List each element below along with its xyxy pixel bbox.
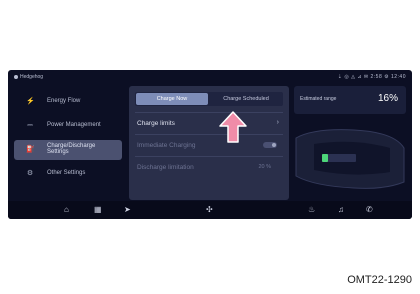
row-label: Charge limits: [137, 120, 175, 127]
climate-icon[interactable]: ✣: [206, 205, 213, 214]
settings-panel: Charge Now Charge Scheduled Charge limit…: [129, 86, 289, 200]
profile-name: Hedgehog: [20, 74, 44, 80]
navigation-icon[interactable]: ➤: [124, 205, 131, 214]
bottom-bar: ⌂ ▦ ➤ ✣ ♨ ♫ ✆: [8, 201, 412, 219]
row-label: Immediate Charging: [137, 142, 196, 149]
figure-code: OMT22-1290: [347, 274, 412, 286]
chevron-right-icon: ›: [276, 119, 279, 126]
immediate-charging-row[interactable]: Immediate Charging: [135, 134, 283, 155]
power-management-icon: ⎓: [27, 122, 33, 129]
tab-charge-now[interactable]: Charge Now: [136, 93, 208, 105]
other-settings-icon: ⚙: [26, 170, 34, 177]
charge-limits-row[interactable]: Charge limits ›: [135, 112, 283, 133]
home-icon[interactable]: ⌂: [64, 205, 69, 214]
sidebar-item-energy-flow[interactable]: ⚡ Energy Flow: [14, 92, 122, 112]
sidebar-item-other-settings[interactable]: ⚙ Other Settings: [14, 164, 122, 184]
phone-icon[interactable]: ✆: [366, 205, 373, 214]
sidebar-item-power-management[interactable]: ⎓ Power Management: [14, 116, 122, 136]
status-left: Hedgehog: [14, 74, 43, 80]
battery-percent: 16%: [377, 93, 398, 104]
immediate-charging-toggle[interactable]: [263, 142, 277, 148]
infotainment-screen: Hedgehog ⇣ ◎ ◬ ⊿ ✉ 2:58 ⚙ 12:40 ⚡ Energy…: [8, 70, 412, 219]
range-card: Estimated range 16%: [294, 86, 406, 114]
apps-icon[interactable]: ▦: [94, 205, 102, 214]
sidebar: ⚡ Energy Flow ⎓ Power Management ⛽ Charg…: [8, 86, 123, 199]
charge-flow-icon: ⚡: [26, 98, 35, 105]
tab-charge-scheduled[interactable]: Charge Scheduled: [210, 93, 282, 105]
row-value: 20 %: [258, 164, 271, 170]
sidebar-item-label: Energy Flow: [47, 98, 81, 104]
battery-level-fill: [322, 154, 328, 162]
car-illustration: [295, 129, 405, 189]
seat-heat-icon[interactable]: ♨: [308, 205, 315, 214]
discharge-limitation-row[interactable]: Discharge limitation 20 %: [135, 156, 283, 177]
range-label: Estimated range: [300, 96, 337, 102]
sidebar-item-label: Power Management: [47, 122, 101, 128]
sidebar-item-label: Other Settings: [47, 170, 86, 176]
sidebar-item-charge-settings[interactable]: ⛽ Charge/Discharge Settings: [14, 140, 122, 160]
row-label: Discharge limitation: [137, 164, 194, 171]
status-bar: Hedgehog ⇣ ◎ ◬ ⊿ ✉ 2:58 ⚙ 12:40: [8, 70, 412, 84]
pointer-arrow-icon: [219, 111, 247, 143]
profile-icon: [14, 74, 18, 79]
sidebar-item-label: Charge/Discharge Settings: [47, 143, 96, 155]
music-icon[interactable]: ♫: [338, 205, 344, 214]
charging-settings-icon: ⛽: [26, 146, 35, 153]
charge-mode-tabs: Charge Now Charge Scheduled: [135, 92, 283, 106]
status-indicators: ⇣ ◎ ◬ ⊿ ✉ 2:58 ⚙ 12:40: [337, 74, 406, 80]
